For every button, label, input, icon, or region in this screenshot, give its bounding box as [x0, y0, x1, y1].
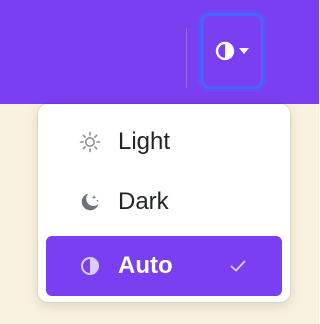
theme-option-auto[interactable]: Auto — [46, 236, 282, 296]
theme-dropdown-menu: Light Dark Auto — [38, 104, 290, 302]
navbar-divider — [186, 28, 187, 88]
circle-half-icon — [78, 254, 102, 278]
moon-stars-icon — [78, 190, 102, 214]
theme-option-label: Auto — [118, 252, 173, 279]
navbar — [0, 0, 319, 104]
theme-toggle-button[interactable] — [200, 13, 264, 89]
theme-option-label: Dark — [118, 188, 169, 215]
caret-down-icon — [239, 47, 249, 55]
check-icon — [230, 260, 246, 272]
theme-option-dark[interactable]: Dark — [46, 172, 282, 232]
page: Light Dark Auto — [0, 0, 319, 324]
circle-half-icon — [215, 41, 235, 61]
sun-icon — [78, 130, 102, 154]
theme-option-light[interactable]: Light — [46, 112, 282, 172]
theme-option-label: Light — [118, 128, 171, 155]
